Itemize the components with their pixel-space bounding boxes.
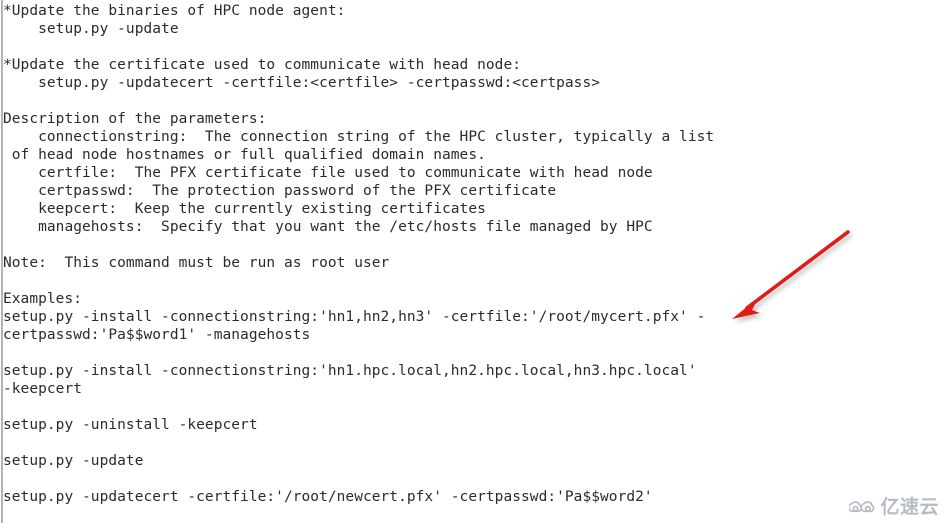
terminal-line: setup.py -updatecert -certfile:'/root/ne…	[3, 489, 653, 505]
terminal-line: setup.py -update	[3, 453, 144, 469]
terminal-line: setup.py -update	[3, 21, 179, 37]
terminal-line: setup.py -install -connectionstring:'hn1…	[3, 309, 706, 325]
terminal-line: -keepcert	[3, 381, 83, 397]
terminal-line: setup.py -uninstall -keepcert	[3, 417, 258, 433]
terminal-output: *Update the binaries of HPC node agent: …	[3, 2, 943, 506]
terminal-line: *Update the binaries of HPC node agent:	[3, 3, 346, 19]
double-cloud-logo-icon	[848, 500, 875, 516]
terminal-line: Description of the parameters:	[3, 111, 267, 127]
terminal-line: certfile: The PFX certificate file used …	[3, 165, 653, 181]
terminal-line: Note: This command must be run as root u…	[3, 255, 390, 271]
terminal-line: connectionstring: The connection string …	[3, 129, 715, 145]
site-watermark: 亿速云	[848, 496, 939, 518]
terminal-line: of head node hostnames or full qualified…	[3, 147, 486, 163]
terminal-line: setup.py -install -connectionstring:'hn1…	[3, 363, 697, 379]
terminal-line: keepcert: Keep the currently existing ce…	[3, 201, 486, 217]
terminal-line: managehosts: Specify that you want the /…	[3, 219, 653, 235]
terminal-line: *Update the certificate used to communic…	[3, 57, 522, 73]
screenshot-root: *Update the binaries of HPC node agent: …	[0, 0, 949, 523]
terminal-line: certpasswd: The protection password of t…	[3, 183, 557, 199]
terminal-line: setup.py -updatecert -certfile:<certfile…	[3, 75, 601, 91]
terminal-line: certpasswd:'Pa$$word1' -managehosts	[3, 327, 311, 343]
watermark-label: 亿速云	[880, 496, 939, 518]
terminal-line: Examples:	[3, 291, 83, 307]
